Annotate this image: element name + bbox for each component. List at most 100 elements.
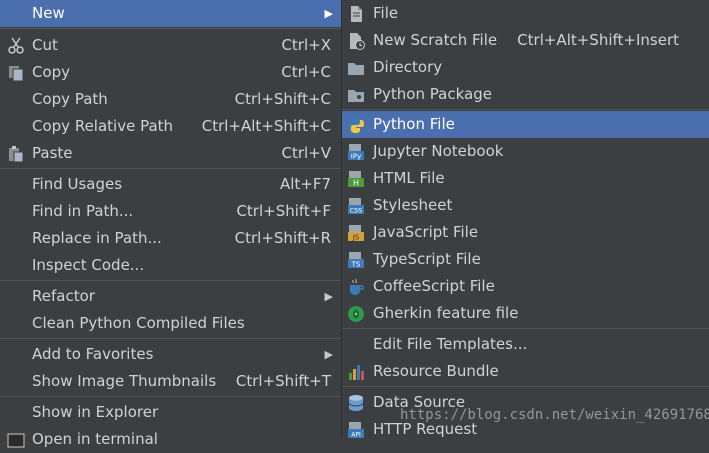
menu-separator: [342, 328, 709, 329]
menu-item-shortcut: Ctrl+Shift+F: [236, 202, 331, 220]
submenu-item-new-scratch-file[interactable]: New Scratch File Ctrl+Alt+Shift+Insert: [342, 27, 709, 54]
menu-item-cut[interactable]: Cut Ctrl+X: [0, 32, 341, 59]
resource-bundle-icon: [349, 365, 364, 380]
python-icon: [348, 117, 364, 133]
menu-item-label: Directory: [373, 58, 443, 76]
menu-item-shortcut: Ctrl+Shift+C: [234, 90, 331, 108]
menu-item-copy-relative-path[interactable]: Copy Relative Path Ctrl+Alt+Shift+C: [0, 113, 341, 140]
menu-item-label: Python Package: [373, 85, 492, 103]
menu-item-replace-in-path[interactable]: Replace in Path... Ctrl+Shift+R: [0, 225, 341, 252]
submenu-item-typescript-file[interactable]: TS TypeScript File: [342, 246, 709, 273]
menu-item-label: Copy Relative Path: [32, 117, 174, 135]
menu-item-add-to-favorites[interactable]: Add to Favorites ▶: [0, 341, 341, 368]
submenu-item-gherkin-feature-file[interactable]: Gherkin feature file: [342, 300, 709, 327]
submenu-item-coffeescript-file[interactable]: CoffeeScript File: [342, 273, 709, 300]
svg-text:JS: JS: [352, 234, 360, 242]
submenu-arrow-icon: ▶: [324, 7, 333, 20]
submenu-item-edit-file-templates[interactable]: Edit File Templates...: [342, 331, 709, 358]
menu-item-label: Edit File Templates...: [373, 335, 528, 353]
menu-item-shortcut: Ctrl+V: [281, 144, 331, 162]
menu-item-label: Show in Explorer: [32, 403, 159, 421]
submenu-arrow-icon: ▶: [324, 348, 333, 361]
menu-item-label: Refactor: [32, 287, 95, 305]
menu-item-shortcut: Ctrl+Shift+T: [235, 372, 331, 390]
menu-separator: [0, 168, 341, 169]
menu-item-find-in-path[interactable]: Find in Path... Ctrl+Shift+F: [0, 198, 341, 225]
menu-item-label: Inspect Code...: [32, 256, 145, 274]
menu-item-show-image-thumbnails[interactable]: Show Image Thumbnails Ctrl+Shift+T: [0, 368, 341, 395]
terminal-icon: [7, 433, 25, 448]
paste-icon: [9, 146, 24, 163]
menu-separator: [0, 396, 341, 397]
menu-item-show-in-explorer[interactable]: Show in Explorer: [0, 399, 341, 426]
menu-item-label: File: [373, 4, 399, 22]
gherkin-icon: [348, 306, 364, 322]
folder-icon: [348, 63, 364, 75]
menu-item-shortcut: Ctrl+X: [281, 36, 331, 54]
menu-item-label: Show Image Thumbnails: [32, 372, 217, 390]
jupyter-icon: IPy: [348, 144, 364, 161]
menu-item-label: HTML File: [373, 169, 445, 187]
menu-item-label: Open in terminal: [32, 430, 158, 448]
submenu-item-html-file[interactable]: H HTML File: [342, 165, 709, 192]
package-folder-icon: [348, 90, 364, 102]
context-menu: New ▶ Cut Ctrl+X Copy Ctrl+C Copy Path C…: [0, 0, 341, 448]
file-icon: [351, 6, 362, 22]
menu-item-new[interactable]: New ▶: [0, 0, 341, 27]
menu-item-inspect-code[interactable]: Inspect Code...: [0, 252, 341, 279]
menu-item-label: Resource Bundle: [373, 362, 499, 380]
menu-item-label: Paste: [32, 144, 73, 162]
menu-item-shortcut: Ctrl+Alt+Shift+C: [201, 117, 331, 135]
menu-item-label: CoffeeScript File: [373, 277, 495, 295]
svg-text:IPy: IPy: [351, 153, 361, 161]
menu-item-label: Jupyter Notebook: [373, 142, 504, 160]
copy-icon: [9, 66, 24, 82]
menu-item-label: Python File: [373, 115, 455, 133]
submenu-item-stylesheet[interactable]: CSS Stylesheet: [342, 192, 709, 219]
menu-item-paste[interactable]: Paste Ctrl+V: [0, 140, 341, 167]
menu-item-shortcut: Ctrl+Shift+R: [234, 229, 331, 247]
submenu-item-javascript-file[interactable]: JS JavaScript File: [342, 219, 709, 246]
javascript-file-icon: JS: [348, 225, 364, 242]
menu-item-copy[interactable]: Copy Ctrl+C: [0, 59, 341, 86]
menu-item-label: TypeScript File: [373, 250, 481, 268]
menu-item-label: JavaScript File: [373, 223, 479, 241]
menu-item-open-in-terminal[interactable]: Open in terminal: [0, 426, 341, 453]
watermark: https://blog.csdn.net/weixin_42691768: [400, 407, 709, 423]
submenu-item-jupyter-notebook[interactable]: IPy Jupyter Notebook: [342, 138, 709, 165]
submenu-item-file[interactable]: File: [342, 0, 709, 27]
menu-item-label: Add to Favorites: [32, 345, 154, 363]
menu-item-label: Stylesheet: [373, 196, 453, 214]
menu-item-refactor[interactable]: Refactor ▶: [0, 283, 341, 310]
menu-separator: [0, 280, 341, 281]
svg-text:API: API: [351, 432, 361, 439]
menu-item-label: Find in Path...: [32, 202, 134, 220]
menu-item-shortcut: Ctrl+Alt+Shift+Insert: [517, 31, 679, 49]
menu-item-copy-path[interactable]: Copy Path Ctrl+Shift+C: [0, 86, 341, 113]
svg-text:CSS: CSS: [350, 207, 363, 215]
menu-item-label: Gherkin feature file: [373, 304, 519, 322]
menu-separator: [342, 109, 709, 110]
menu-item-label: New: [32, 4, 65, 22]
menu-item-label: Find Usages: [32, 175, 123, 193]
submenu-item-python-package[interactable]: Python Package: [342, 81, 709, 108]
submenu-item-python-file[interactable]: Python File: [342, 111, 709, 138]
scissors-icon: [8, 37, 24, 54]
api-icon: API: [348, 422, 364, 439]
css-file-icon: CSS: [348, 198, 364, 215]
html-file-icon: H: [348, 171, 364, 188]
database-icon: [348, 395, 364, 411]
svg-text:H: H: [353, 179, 359, 188]
menu-separator: [0, 338, 341, 339]
new-submenu: File New Scratch File Ctrl+Alt+Shift+Ins…: [341, 0, 709, 439]
menu-item-shortcut: Alt+F7: [279, 175, 331, 193]
menu-item-label: Cut: [32, 36, 58, 54]
menu-item-find-usages[interactable]: Find Usages Alt+F7: [0, 171, 341, 198]
typescript-file-icon: TS: [348, 252, 364, 269]
submenu-arrow-icon: ▶: [324, 290, 333, 303]
submenu-item-resource-bundle[interactable]: Resource Bundle: [342, 358, 709, 385]
menu-item-clean-python-compiled-files[interactable]: Clean Python Compiled Files: [0, 310, 341, 337]
submenu-item-directory[interactable]: Directory: [342, 54, 709, 81]
menu-item-label: Copy: [32, 63, 71, 81]
menu-separator: [0, 28, 341, 29]
